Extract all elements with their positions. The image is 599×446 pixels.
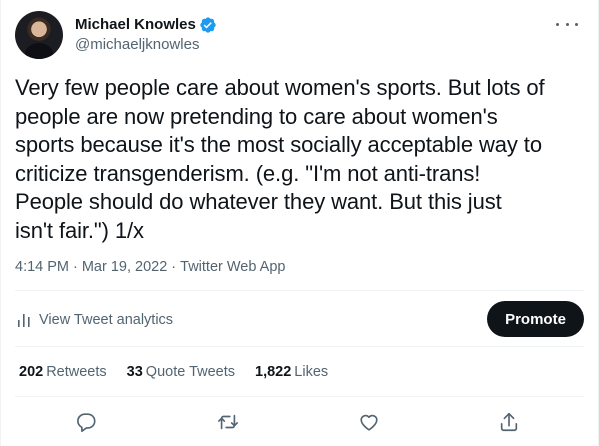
like-button[interactable] [358, 411, 380, 433]
tweet-card: Michael Knowles @michaeljknowles Very fe… [0, 0, 599, 446]
tweet-meta: 4:14 PM · Mar 19, 2022 · Twitter Web App [15, 257, 285, 277]
more-options-icon[interactable] [556, 16, 578, 32]
divider [15, 290, 584, 291]
tweet-date[interactable]: Mar 19, 2022 [82, 259, 167, 275]
retweets-count: 202 [19, 364, 44, 380]
analytics-label: View Tweet analytics [39, 312, 174, 328]
avatar[interactable] [15, 11, 63, 59]
retweets-stat[interactable]: 202 Retweets [19, 364, 107, 380]
likes-label: Likes [294, 364, 329, 380]
tweet-actions [1, 407, 598, 437]
retweets-label: Retweets [46, 364, 107, 380]
more-dot [556, 22, 559, 26]
view-analytics-link[interactable]: View Tweet analytics [17, 309, 173, 331]
tweet-text: Very few people care about women's sport… [15, 75, 545, 243]
share-button[interactable] [498, 411, 520, 433]
share-icon [500, 412, 518, 432]
likes-count: 1,822 [255, 364, 292, 380]
name-row: Michael Knowles [75, 15, 217, 35]
quote-tweets-stat[interactable]: 33 Quote Tweets [127, 364, 235, 380]
heart-icon [360, 414, 378, 431]
likes-stat[interactable]: 1,822 Likes [255, 364, 328, 380]
quotes-label: Quote Tweets [145, 364, 235, 380]
bar-chart-icon [18, 314, 30, 327]
tweet-header: Michael Knowles @michaeljknowles [15, 10, 584, 60]
quotes-count: 33 [126, 364, 143, 380]
retweet-button[interactable] [217, 411, 239, 433]
meta-separator: · [73, 259, 78, 275]
promote-button[interactable]: Promote [487, 301, 584, 337]
retweet-icon [218, 414, 238, 430]
divider [15, 346, 584, 347]
tweet-source[interactable]: Twitter Web App [180, 259, 285, 275]
meta-separator: · [171, 259, 177, 275]
divider [15, 396, 584, 397]
display-name[interactable]: Michael Knowles [75, 15, 196, 35]
tweet-stats: 202 Retweets 33 Quote Tweets 1,822 Likes [19, 362, 348, 382]
author-info: Michael Knowles @michaeljknowles [75, 15, 217, 55]
verified-badge-icon [199, 16, 217, 34]
more-dot [565, 22, 569, 26]
reply-button[interactable] [75, 411, 97, 433]
handle[interactable]: @michaeljknowles [75, 35, 217, 55]
more-dot [575, 22, 578, 26]
tweet-time[interactable]: 4:14 PM [15, 259, 69, 275]
reply-icon [77, 413, 96, 432]
